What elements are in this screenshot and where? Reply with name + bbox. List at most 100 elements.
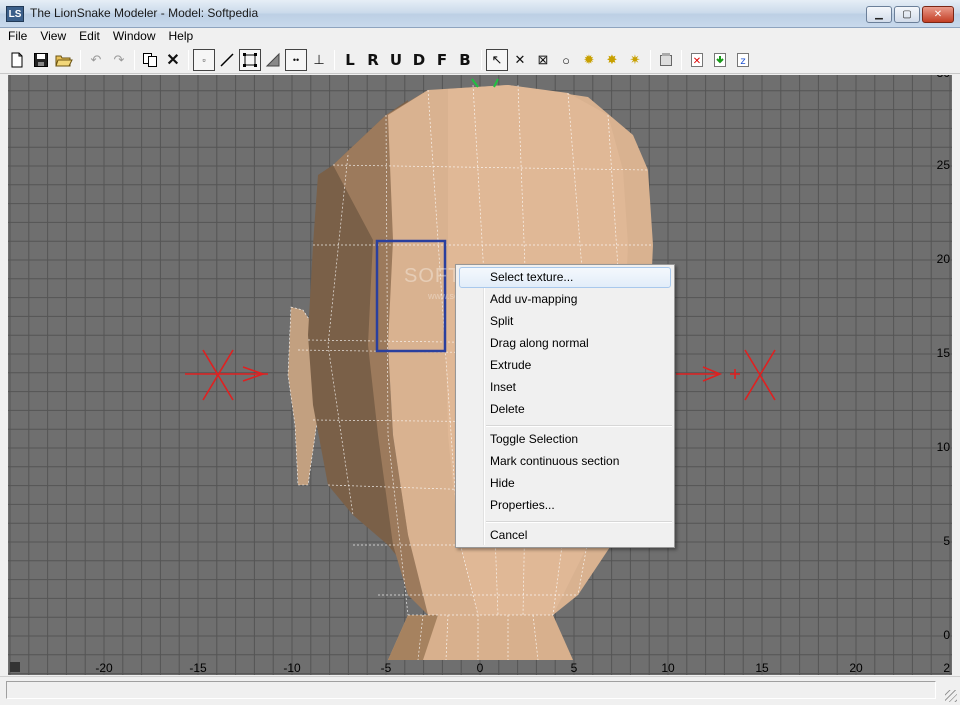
menu-view[interactable]: View [34, 28, 73, 46]
ctx-delete[interactable]: Delete [459, 399, 671, 420]
maximize-icon: ▢ [902, 9, 912, 20]
title-bar: LS The LionSnake Modeler - Model: Softpe… [0, 0, 960, 28]
resize-tool-button[interactable]: ⊠ [532, 49, 554, 71]
ctx-add-uv-mapping[interactable]: Add uv-mapping [459, 289, 671, 310]
properties-button[interactable] [655, 49, 677, 71]
y-tick-label: 0 [943, 628, 950, 642]
view-front-button[interactable]: F [431, 49, 453, 71]
menu-bar: File View Edit Window Help [0, 28, 960, 46]
x-tick-label: -20 [95, 661, 113, 675]
ctx-toggle-selection[interactable]: Toggle Selection [459, 429, 671, 450]
points-mode-icon: •• [292, 55, 300, 65]
vertex-mode-icon: ▫ [202, 55, 206, 65]
svg-text:✕: ✕ [693, 56, 701, 67]
delete-button[interactable]: ✕ [162, 49, 184, 71]
points-mode-button[interactable]: •• [285, 49, 307, 71]
resize-icon: ⊠ [537, 52, 549, 67]
light-add-icon: ✸ [606, 52, 618, 67]
y-tick-label: 15 [937, 346, 951, 360]
y-tick-label: 20 [937, 252, 951, 266]
y-tick-label: 10 [937, 440, 951, 454]
ctx-cancel[interactable]: Cancel [459, 525, 671, 546]
x-tick-label: -15 [189, 661, 207, 675]
move-axis-icon: ⊥ [313, 52, 325, 67]
ctx-properties[interactable]: Properties... [459, 495, 671, 516]
x-tick-label: 15 [755, 661, 769, 675]
edge-mode-button[interactable] [216, 49, 238, 71]
maximize-button[interactable]: ▢ [894, 6, 920, 23]
ctx-select-texture[interactable]: Select texture... [459, 267, 671, 288]
scale-icon: ✕ [514, 52, 526, 67]
corner-marker [10, 662, 20, 672]
light-multi-button[interactable]: ✷ [624, 49, 646, 71]
close-icon: ✕ [933, 9, 943, 20]
move-axis-button[interactable]: ⊥ [308, 49, 330, 71]
toolbar: ↶ ↷ ✕ ▫ •• ⊥ L R U D F B ↖ ✕ ⊠ ○ ✹ ✸ ✷ ✕… [0, 47, 960, 74]
remove-button[interactable]: ✕ [686, 49, 708, 71]
close-button[interactable]: ✕ [922, 6, 954, 23]
new-file-button[interactable] [6, 49, 28, 71]
save-icon [34, 53, 48, 67]
view-right-button[interactable]: R [362, 49, 384, 71]
y-axis-labels: 30 25 20 15 10 5 0 [937, 75, 951, 642]
minimize-button[interactable]: ▁ [866, 6, 892, 23]
ctx-split[interactable]: Split [459, 311, 671, 332]
app-logo-icon: LS [6, 6, 24, 22]
pointer-tool-button[interactable]: ↖ [486, 49, 508, 71]
copy-icon [143, 53, 157, 67]
view-up-button[interactable]: U [385, 49, 407, 71]
open-button[interactable] [53, 49, 75, 71]
import-button[interactable] [709, 49, 731, 71]
object-mode-icon [265, 52, 280, 67]
status-text [6, 681, 936, 699]
ctx-extrude[interactable]: Extrude [459, 355, 671, 376]
face-mode-button[interactable] [239, 49, 261, 71]
ctx-inset[interactable]: Inset [459, 377, 671, 398]
view-back-button[interactable]: B [454, 49, 476, 71]
copy-button[interactable] [139, 49, 161, 71]
light-add-button[interactable]: ✸ [601, 49, 623, 71]
ctx-hide[interactable]: Hide [459, 473, 671, 494]
y-tick-label: 30 [937, 75, 951, 80]
svg-text:z: z [740, 56, 745, 67]
x-tick-label: 5 [571, 661, 578, 675]
remove-red-icon: ✕ [691, 53, 703, 67]
face-mode-icon [243, 53, 257, 67]
axis-marker-right [676, 349, 776, 401]
save-button[interactable] [30, 49, 52, 71]
menu-window[interactable]: Window [107, 28, 163, 46]
axis-marker-left [185, 349, 268, 401]
delete-x-icon: ✕ [166, 52, 180, 69]
menu-help[interactable]: Help [163, 28, 201, 46]
x-tick-label: 0 [477, 661, 484, 675]
resize-grip-icon[interactable] [945, 690, 957, 702]
properties-icon [660, 53, 672, 66]
redo-button[interactable]: ↷ [108, 49, 130, 71]
edge-mode-icon [220, 53, 234, 67]
object-mode-button[interactable] [262, 49, 284, 71]
context-menu: Select texture... Add uv-mapping Split D… [455, 264, 675, 548]
minimize-icon: ▁ [875, 9, 883, 20]
vertex-mode-button[interactable]: ▫ [193, 49, 215, 71]
zoom-blue-icon: z [737, 53, 749, 67]
view-left-button[interactable]: L [339, 49, 361, 71]
y-tick-label: 5 [943, 534, 950, 548]
undo-icon: ↶ [90, 52, 102, 67]
circle-tool-button[interactable]: ○ [555, 49, 577, 71]
view-down-button[interactable]: D [408, 49, 430, 71]
menu-file[interactable]: File [0, 28, 34, 46]
x-tick-label: 2 [943, 661, 950, 675]
menu-edit[interactable]: Edit [73, 28, 107, 46]
redo-icon: ↷ [113, 52, 125, 67]
ctx-drag-along-normal[interactable]: Drag along normal [459, 333, 671, 354]
light-button[interactable]: ✹ [578, 49, 600, 71]
undo-button[interactable]: ↶ [85, 49, 107, 71]
status-bar [0, 676, 960, 705]
ctx-mark-continuous-section[interactable]: Mark continuous section [459, 451, 671, 472]
pointer-icon: ↖ [491, 52, 503, 67]
new-file-icon [11, 52, 23, 68]
scale-tool-button[interactable]: ✕ [509, 49, 531, 71]
light-icon: ✹ [583, 52, 595, 67]
import-green-icon [714, 53, 726, 67]
zoom-button[interactable]: z [732, 49, 754, 71]
